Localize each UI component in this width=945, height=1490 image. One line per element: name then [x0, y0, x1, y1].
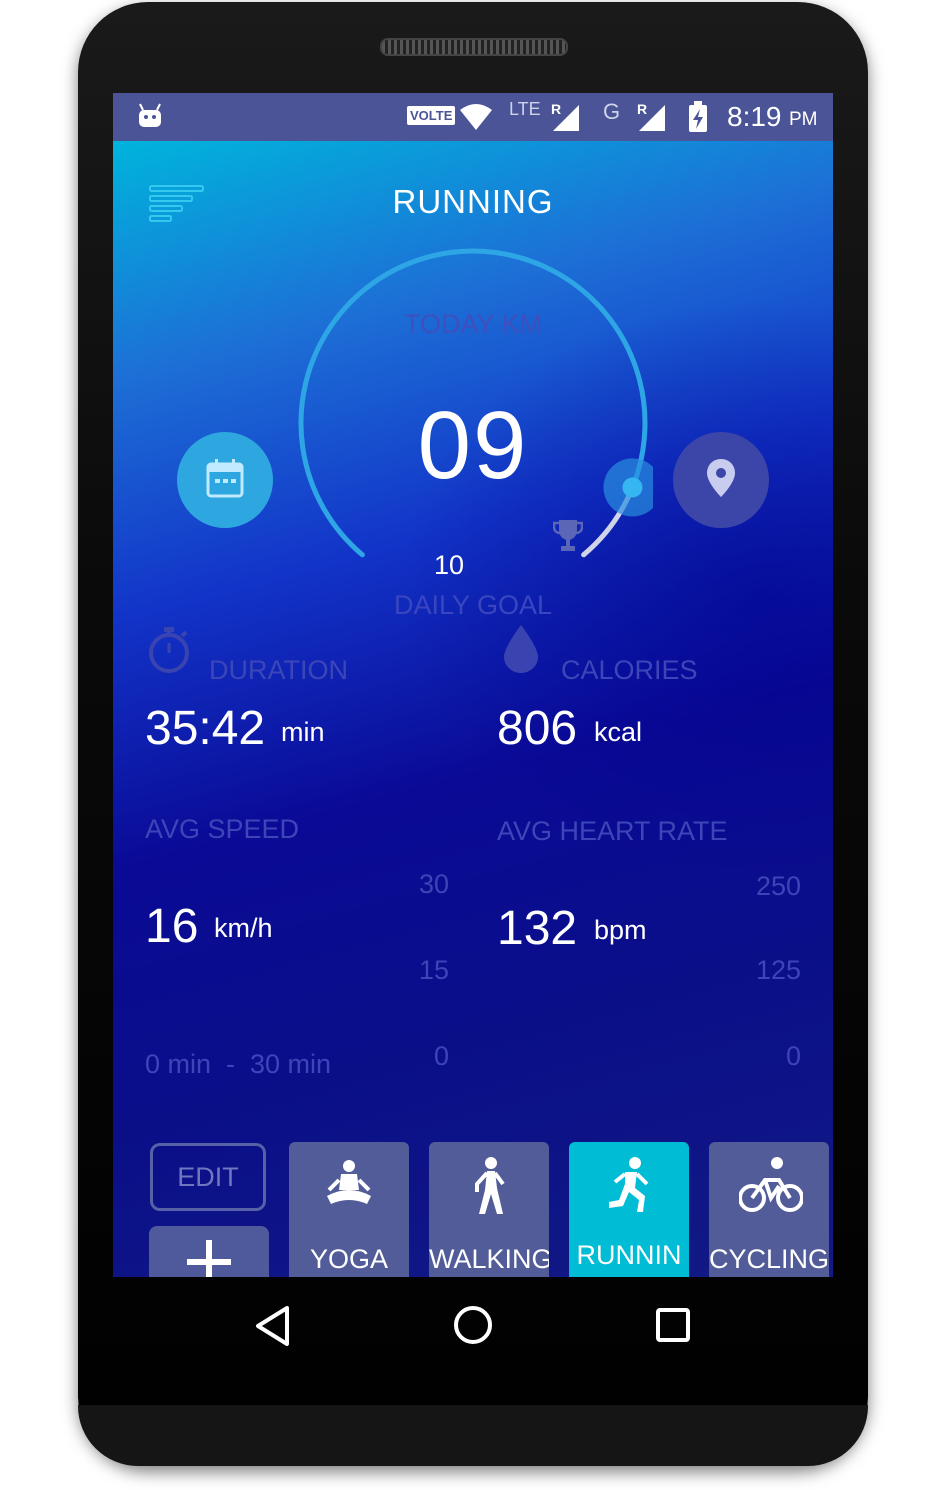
- android-debug-icon: [137, 103, 163, 134]
- today-km-label: TODAY KM: [403, 309, 543, 339]
- location-button[interactable]: [673, 432, 769, 528]
- calendar-button[interactable]: [177, 432, 273, 528]
- clock: 8:19: [727, 101, 782, 132]
- speed-tick-mid: 15: [418, 955, 449, 985]
- app-content: RUNNING TODAY KM 09 10 DAILY GOAL DURATI…: [113, 141, 833, 1277]
- calendar-icon: [206, 458, 244, 503]
- running-icon: [599, 1156, 659, 1216]
- avg-speed-label: AVG SPEED: [145, 814, 300, 844]
- activity-label: YOGA: [309, 1244, 389, 1274]
- add-activity-button[interactable]: [149, 1226, 269, 1277]
- walking-icon: [459, 1156, 519, 1216]
- signal-icon: [551, 103, 581, 138]
- avg-heart-rate-unit: bpm: [594, 915, 647, 945]
- drop-icon: [501, 623, 541, 680]
- speed-tick-max: 30: [418, 869, 449, 899]
- g-label: G: [603, 99, 621, 124]
- cycling-icon: [738, 1156, 804, 1216]
- navigation-bar: [113, 1277, 833, 1373]
- duration-value: 35:42: [145, 702, 266, 755]
- avg-heart-rate-value: 132: [497, 902, 578, 955]
- home-icon[interactable]: [453, 1305, 493, 1350]
- wifi-icon: [459, 103, 493, 136]
- battery-charging-icon: [687, 101, 709, 138]
- activity-running[interactable]: RUNNING: [569, 1142, 689, 1277]
- volte-badge: VOLTE: [407, 106, 456, 125]
- yoga-icon: [319, 1156, 379, 1216]
- stopwatch-icon: [147, 625, 191, 680]
- back-icon[interactable]: [253, 1305, 293, 1352]
- trophy-icon: [552, 518, 584, 559]
- speaker-grille: [380, 38, 568, 56]
- phone-chin: [78, 1405, 868, 1466]
- avg-speed-value: 16: [145, 900, 199, 953]
- lte-label: LTE: [509, 99, 541, 119]
- speed-tick-min: 0: [433, 1041, 449, 1071]
- duration-label: DURATION: [209, 655, 348, 685]
- calories-value: 806: [497, 702, 578, 755]
- calories-unit: kcal: [594, 717, 643, 747]
- activity-label: WALKING: [429, 1244, 549, 1274]
- activity-label: CYCLING: [709, 1244, 829, 1274]
- screen: VOLTE LTE R G R 8:19 PM RUNNING TODAY KM…: [113, 93, 833, 1277]
- daily-goal-value: 10: [433, 550, 465, 580]
- clock-ampm: PM: [789, 109, 818, 130]
- signal-icon-2: [637, 103, 667, 138]
- today-km-value: 09: [417, 392, 529, 499]
- heart-tick-mid: 125: [755, 955, 801, 985]
- activity-label: RUNNING: [576, 1240, 682, 1277]
- page-title: RUNNING: [392, 183, 554, 220]
- activity-walking[interactable]: WALKING: [429, 1142, 549, 1277]
- activity-cycling[interactable]: CYCLING: [709, 1142, 829, 1277]
- avg-speed-unit: km/h: [214, 913, 273, 943]
- recents-icon[interactable]: [655, 1307, 691, 1348]
- time-range-label: 0 min - 30 min: [145, 1049, 332, 1079]
- duration-unit: min: [281, 717, 325, 747]
- heart-tick-min: 0: [785, 1041, 801, 1071]
- edit-button[interactable]: EDIT: [150, 1143, 266, 1211]
- calories-label: CALORIES: [561, 655, 698, 685]
- heart-tick-max: 250: [755, 871, 801, 901]
- location-pin-icon: [706, 458, 736, 503]
- status-bar: VOLTE LTE R G R 8:19 PM: [113, 93, 833, 141]
- plus-icon: [185, 1238, 233, 1277]
- activity-yoga[interactable]: YOGA: [289, 1142, 409, 1277]
- daily-goal-label: DAILY GOAL: [393, 590, 553, 620]
- avg-heart-rate-label: AVG HEART RATE: [497, 816, 728, 846]
